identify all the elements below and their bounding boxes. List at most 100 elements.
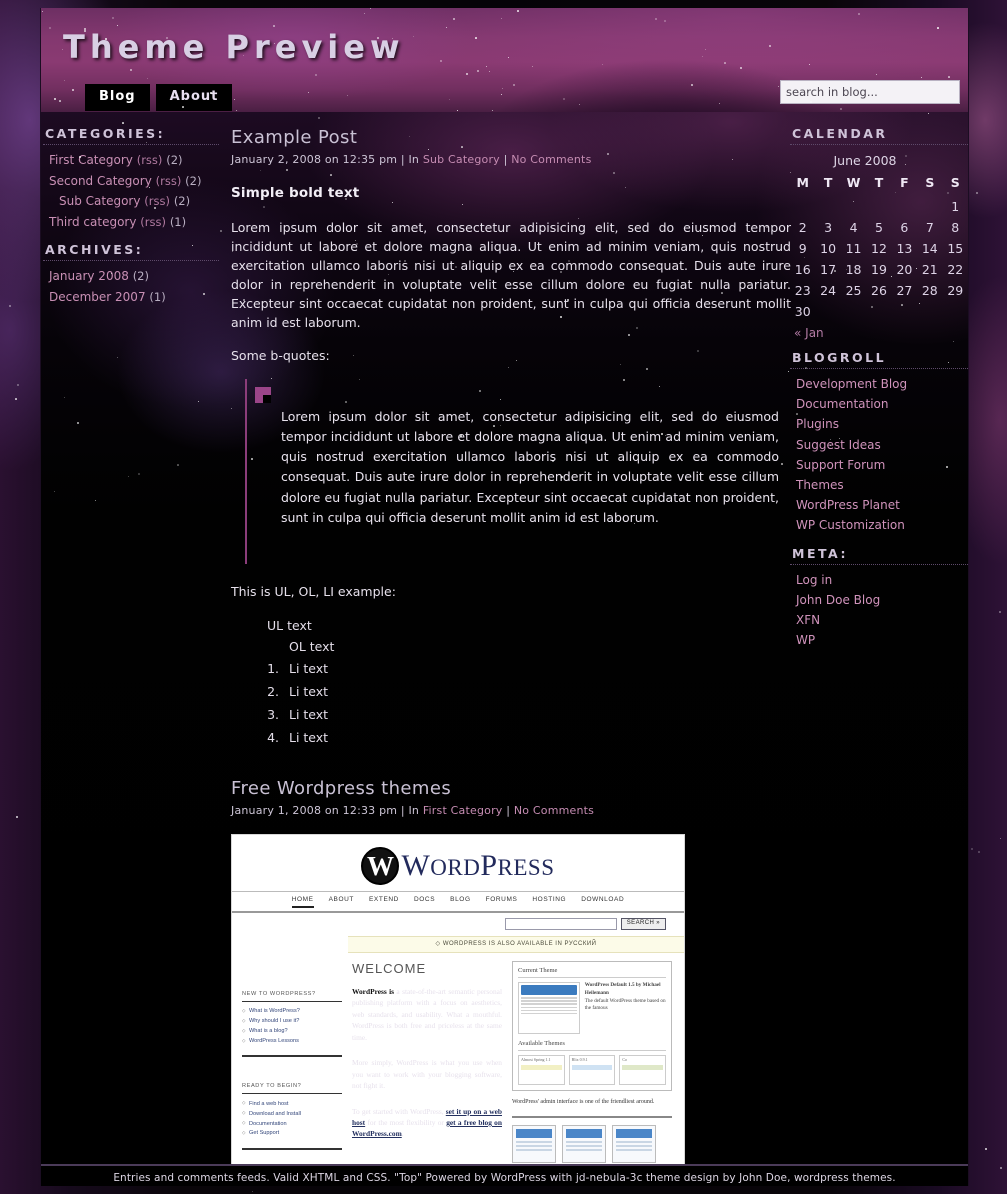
post-comments-link[interactable]: No Comments (511, 153, 591, 166)
list-item[interactable]: Log in (790, 570, 968, 590)
blogroll-link[interactable]: Support Forum (796, 458, 885, 472)
post-comments-link[interactable]: No Comments (514, 804, 594, 817)
category-link[interactable]: Second Category (49, 174, 152, 188)
list-item[interactable]: December 2007 (1) (43, 287, 219, 308)
list-item[interactable]: Themes (790, 475, 968, 495)
wp-card-line (616, 1144, 652, 1147)
star-speck (1000, 1167, 1002, 1169)
star-speck (809, 64, 811, 66)
star-speck (198, 401, 199, 402)
star-speck (517, 10, 519, 12)
list-item[interactable]: WP Customization (790, 515, 968, 535)
calendar-week-row: 30 (790, 301, 968, 322)
star-speck (659, 386, 660, 387)
wp-card-line (566, 1140, 602, 1143)
star-speck (766, 226, 768, 228)
list-item[interactable]: Third category (rss) (1) (43, 212, 219, 233)
list-item[interactable]: January 2008 (2) (43, 266, 219, 287)
meta-link-xfn[interactable]: XFN (796, 613, 820, 627)
meta-list: Log in John Doe Blog XFN WP (790, 570, 968, 651)
list-item[interactable]: XFN (790, 610, 968, 630)
wp-available-name: Almost Spring 1.1 (521, 1056, 551, 1062)
calendar-table: M T W T F S S 1 2 3 4 5 6 7 8 9 10 11 12… (790, 173, 968, 322)
star-speck (252, 1191, 254, 1193)
blogroll-link[interactable]: WordPress Planet (796, 498, 900, 512)
star-speck (234, 99, 236, 101)
category-rss-link[interactable]: (rss) (144, 194, 170, 208)
sidebar-left: CATEGORIES: First Category (rss) (2) Sec… (43, 126, 219, 317)
blogroll-link[interactable]: WP Customization (796, 518, 905, 532)
post-category-link[interactable]: Sub Category (423, 153, 500, 166)
star-speck (655, 18, 657, 20)
category-count: (2) (173, 194, 191, 209)
nav-item-blog[interactable]: Blog (85, 83, 150, 111)
wp-divider (512, 1115, 672, 1118)
category-link[interactable]: Sub Category (59, 194, 140, 208)
wp-logo-p: P (480, 849, 498, 883)
list-item[interactable]: Documentation (790, 394, 968, 414)
archive-link[interactable]: January 2008 (49, 269, 129, 283)
wp-card-bar (616, 1128, 652, 1138)
category-rss-link[interactable]: (rss) (137, 153, 163, 167)
blogroll-link[interactable]: Documentation (796, 397, 889, 411)
star-speck (337, 515, 339, 517)
star-speck (840, 108, 842, 110)
calendar-prev-link[interactable]: « Jan (790, 322, 824, 340)
star-speck (561, 476, 563, 478)
list-item[interactable]: Sub Category (rss) (2) (43, 191, 219, 212)
category-link[interactable]: Third category (49, 215, 136, 229)
archive-link[interactable]: December 2007 (49, 290, 146, 304)
category-link[interactable]: First Category (49, 153, 133, 167)
calendar-day: 29 (947, 283, 964, 298)
list-item: Why should I use it? (242, 1017, 342, 1027)
post-title[interactable]: Example Post (231, 124, 791, 151)
star-speck (112, 17, 114, 19)
star-speck (77, 422, 79, 424)
star-speck (461, 146, 463, 148)
list-item[interactable]: John Doe Blog (790, 590, 968, 610)
star-speck (985, 1148, 988, 1151)
star-speck (620, 364, 621, 365)
list-item[interactable]: Development Blog (790, 374, 968, 394)
nav-item-about[interactable]: About (155, 83, 233, 111)
blogroll-link[interactable]: Themes (796, 478, 844, 492)
meta-link-wp[interactable]: WP (796, 633, 815, 647)
blockquote: Lorem ipsum dolor sit amet, consectetur … (245, 378, 791, 565)
wp-panel-title: Current Theme (518, 967, 666, 978)
list-item[interactable]: Suggest Ideas (790, 435, 968, 455)
calendar-day: 21 (921, 262, 938, 277)
post-title[interactable]: Free Wordpress themes (231, 775, 791, 802)
list-item[interactable]: Support Forum (790, 455, 968, 475)
list-example-block: This is UL, OL, LI example: UL text OL t… (231, 582, 791, 749)
category-rss-link[interactable]: (rss) (140, 215, 166, 229)
wp-logo-w: W (401, 849, 431, 883)
list-item: UL text (267, 618, 312, 634)
meta-link-blog[interactable]: John Doe Blog (796, 593, 880, 607)
star-speck (355, 240, 356, 241)
star-speck (460, 435, 462, 437)
category-count: (1) (169, 214, 187, 229)
star-speck (449, 99, 450, 100)
list-item[interactable]: Second Category (rss) (2) (43, 171, 219, 192)
calendar-week-row: 2 3 4 5 6 7 8 (790, 217, 968, 238)
blogroll-link[interactable]: Suggest Ideas (796, 438, 881, 452)
wp-right-column: Current Theme WordPress Default 1.5 by M… (512, 961, 672, 1164)
list-item[interactable]: WP (790, 630, 968, 650)
calendar-week-row: 9 10 11 12 13 14 15 (790, 238, 968, 259)
star-speck (220, 230, 222, 232)
category-rss-link[interactable]: (rss) (156, 174, 182, 188)
archive-count: (1) (149, 289, 166, 304)
star-speck (921, 77, 922, 78)
list-item[interactable]: Plugins (790, 414, 968, 434)
wp-nav-hosting: HOSTING (532, 896, 567, 904)
blogroll-link[interactable]: Development Blog (796, 377, 907, 391)
list-item[interactable]: First Category (rss) (2) (43, 150, 219, 171)
post-category-link[interactable]: First Category (423, 804, 503, 817)
star-speck (563, 98, 565, 100)
meta-link-login[interactable]: Log in (796, 573, 832, 587)
star-speck (805, 367, 807, 369)
list-item[interactable]: WordPress Planet (790, 495, 968, 515)
search-input[interactable] (780, 80, 960, 104)
site-header: Theme Preview Blog About (41, 8, 968, 112)
blogroll-link[interactable]: Plugins (796, 417, 839, 431)
